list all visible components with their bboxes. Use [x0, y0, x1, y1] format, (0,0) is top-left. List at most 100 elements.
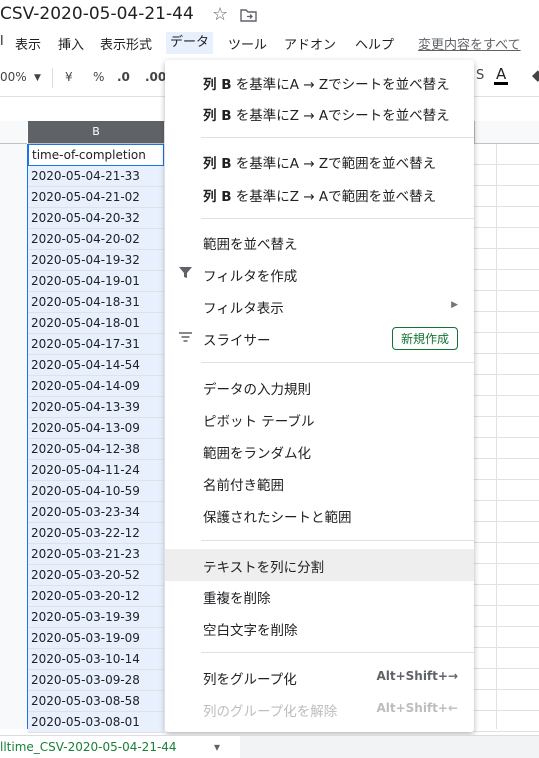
table-cell[interactable]: 2020-05-03-20-12 [28, 586, 164, 607]
pivot-table-item[interactable]: ピボット テーブル [165, 404, 474, 434]
grid-line [474, 185, 539, 186]
menu-view[interactable]: 表示 [15, 34, 41, 53]
table-cell[interactable]: 2020-05-04-12-38 [28, 439, 164, 460]
table-cell[interactable]: 2020-05-04-14-09 [28, 376, 164, 397]
named-ranges-label: 名前付き範囲 [203, 478, 284, 494]
table-cell[interactable]: 2020-05-03-19-09 [28, 628, 164, 649]
split-text-to-columns-item[interactable]: テキストを列に分割 [165, 549, 474, 581]
menu-data[interactable]: データ [166, 32, 214, 54]
menu-format[interactable]: 表示形式 [100, 34, 152, 53]
grid-line [474, 353, 539, 354]
trim-whitespace-label: 空白文字を削除 [203, 623, 298, 639]
grid-line [474, 563, 539, 564]
menu-addons[interactable]: アドオン [284, 34, 336, 53]
strikethrough-icon[interactable]: S [476, 68, 484, 83]
grid-right-area[interactable] [474, 144, 539, 732]
sort-range-label: 範囲を並べ替え [203, 237, 298, 253]
slicer-item[interactable]: スライサー 新規作成 [165, 323, 474, 353]
zoom-dropdown-icon[interactable]: ▼ [34, 73, 41, 83]
table-cell[interactable]: 2020-05-04-13-09 [28, 418, 164, 439]
toolbar-divider [52, 68, 53, 88]
row-headers[interactable] [0, 144, 28, 729]
currency-format-button[interactable]: ¥ [65, 70, 73, 84]
menu-tools[interactable]: ツール [228, 34, 267, 53]
menu-insert[interactable]: 挿入 [58, 34, 84, 53]
last-edit-link[interactable]: 変更内容をすべて [418, 34, 521, 53]
data-validation-item[interactable]: データの入力規則 [165, 372, 474, 402]
document-title[interactable]: CSV-2020-05-04-21-44 [0, 4, 194, 24]
group-columns-item[interactable]: 列をグループ化 Alt+Shift+→ [165, 662, 474, 692]
slicer-icon [179, 332, 192, 342]
grid-line [474, 689, 539, 690]
zoom-select[interactable]: 00% [0, 70, 27, 84]
table-cell[interactable]: 2020-05-04-21-33 [28, 166, 164, 187]
table-cell[interactable]: 2020-05-04-19-01 [28, 271, 164, 292]
decrease-decimal-button[interactable]: .0 [117, 70, 130, 84]
sort-column-label: 列 B [203, 189, 232, 205]
remove-duplicates-label: 重複を削除 [203, 591, 271, 607]
randomize-range-item[interactable]: 範囲をランダム化 [165, 436, 474, 466]
create-filter-label: フィルタを作成 [203, 269, 298, 285]
filter-views-item[interactable]: フィルタ表示 ▶ [165, 291, 474, 321]
sort-range-z-to-a-label: を基準にZ → Aで範囲を並べ替え [231, 189, 437, 205]
grid-line [474, 479, 539, 480]
table-cell[interactable]: 2020-05-03-09-28 [28, 670, 164, 691]
sort-range-a-to-z[interactable]: 列 B を基準にA → Zで範囲を並べ替え [165, 146, 474, 176]
table-cell[interactable]: 2020-05-04-13-39 [28, 397, 164, 418]
table-cell[interactable]: 2020-05-04-10-59 [28, 481, 164, 502]
percent-format-button[interactable]: % [93, 70, 104, 84]
sort-sheet-z-to-a[interactable]: 列 B を基準にZ → Aでシートを並べ替え [165, 98, 474, 128]
named-ranges-item[interactable]: 名前付き範囲 [165, 468, 474, 498]
sort-range-item[interactable]: 範囲を並べ替え [165, 227, 474, 257]
text-color-icon[interactable]: A [494, 66, 509, 85]
sort-range-z-to-a[interactable]: 列 B を基準にZ → Aで範囲を並べ替え [165, 179, 474, 209]
menu-help[interactable]: ヘルプ [355, 34, 394, 53]
table-cell[interactable]: 2020-05-03-10-14 [28, 649, 164, 670]
move-to-folder-icon[interactable] [240, 8, 257, 22]
table-cell[interactable]: 2020-05-03-23-34 [28, 502, 164, 523]
table-cell[interactable]: 2020-05-03-19-39 [28, 607, 164, 628]
grid-line [474, 248, 539, 249]
trim-whitespace-item[interactable]: 空白文字を削除 [165, 613, 474, 643]
sheet-tab[interactable]: lltime_CSV-2020-05-04-21-44 ▾ [0, 736, 240, 758]
grid-line [474, 164, 539, 165]
group-columns-shortcut: Alt+Shift+→ [376, 669, 458, 683]
table-cell[interactable]: 2020-05-03-20-52 [28, 565, 164, 586]
table-cell[interactable]: 2020-05-04-18-31 [28, 292, 164, 313]
data-validation-label: データの入力規則 [203, 382, 311, 398]
table-cell[interactable]: 2020-05-04-19-32 [28, 250, 164, 271]
create-filter-item[interactable]: フィルタを作成 [165, 259, 474, 289]
table-cell[interactable]: 2020-05-03-08-01 [28, 712, 164, 733]
star-icon[interactable]: ☆ [212, 4, 228, 25]
sort-column-label: 列 B [203, 77, 232, 93]
grid-line [474, 458, 539, 459]
protected-sheets-item[interactable]: 保護されたシートと範囲 [165, 500, 474, 530]
table-cell[interactable]: 2020-05-04-21-02 [28, 187, 164, 208]
table-cell[interactable]: 2020-05-04-17-31 [28, 334, 164, 355]
pivot-table-label: ピボット テーブル [203, 414, 315, 430]
table-cell[interactable]: 2020-05-03-08-58 [28, 691, 164, 712]
menu-divider [201, 218, 474, 219]
column-header-b[interactable]: B [28, 121, 164, 144]
grid-line [474, 542, 539, 543]
select-all-corner[interactable] [0, 121, 27, 144]
menu-divider [201, 137, 474, 138]
protected-sheets-label: 保護されたシートと範囲 [203, 510, 352, 526]
sort-sheet-a-to-z[interactable]: 列 B を基準にA → Zでシートを並べ替え [165, 67, 474, 97]
fill-color-icon[interactable]: ◆ [532, 66, 539, 84]
active-cell[interactable]: time-of-completion [28, 144, 164, 166]
sort-sheet-a-to-z-label: を基準にA → Zでシートを並べ替え [231, 77, 450, 93]
remove-duplicates-item[interactable]: 重複を削除 [165, 581, 474, 611]
table-cell[interactable]: 2020-05-04-20-02 [28, 229, 164, 250]
table-cell[interactable]: 2020-05-03-22-12 [28, 523, 164, 544]
table-cell[interactable]: 2020-05-04-14-54 [28, 355, 164, 376]
table-cell[interactable]: 2020-05-04-20-32 [28, 208, 164, 229]
table-cell[interactable]: 2020-05-04-18-01 [28, 313, 164, 334]
sheet-tab-dropdown-icon[interactable]: ▾ [214, 736, 220, 758]
table-cell[interactable]: 2020-05-04-11-24 [28, 460, 164, 481]
increase-decimal-button[interactable]: .00 [145, 70, 166, 84]
grid-line [474, 206, 539, 207]
column-header-right[interactable] [474, 121, 539, 144]
table-cell[interactable]: 2020-05-03-21-23 [28, 544, 164, 565]
ungroup-columns-item: 列のグループ化を解除 Alt+Shift+← [165, 694, 474, 724]
